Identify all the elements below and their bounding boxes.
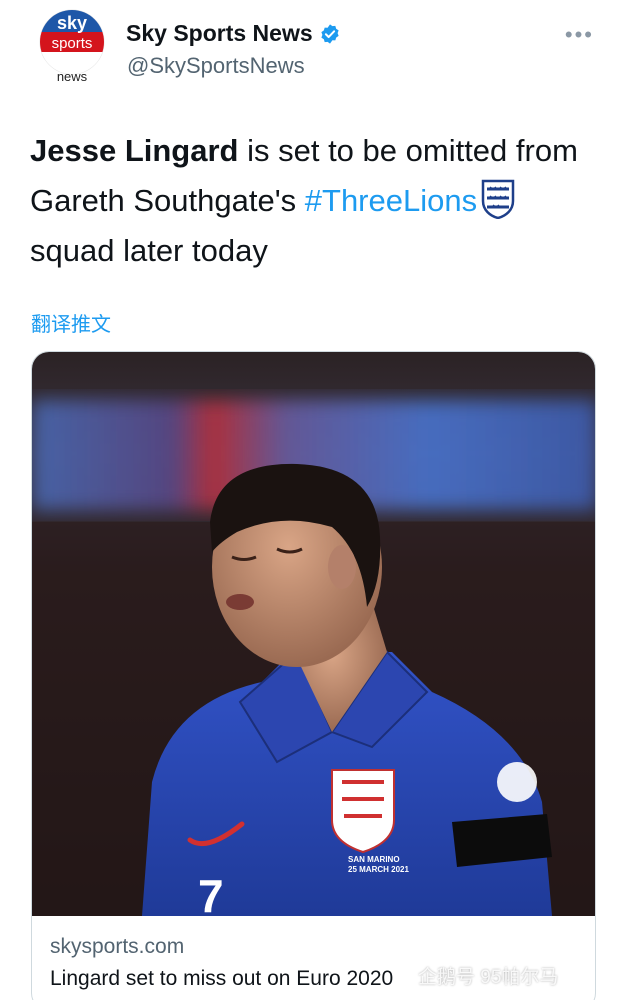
hashtag-link[interactable]: #ThreeLions <box>305 183 477 218</box>
article-photo[interactable]: SAN MARINO 25 MARCH 2021 7 <box>32 352 596 916</box>
sky-sports-news-avatar[interactable]: sky sports news <box>28 8 116 96</box>
tweet-text-part-2: squad later today <box>30 233 268 268</box>
avatar-sky-text: sky <box>57 13 87 33</box>
avatar-news-text: news <box>57 69 88 84</box>
tweet-bold-name: Jesse Lingard <box>30 133 239 168</box>
tweet-text: Jesse Lingard is set to be omitted from … <box>30 126 590 276</box>
match-detail-text-line-2: 25 MARCH 2021 <box>348 865 409 874</box>
more-options-icon[interactable]: ••• <box>565 22 594 48</box>
shirt-number: 7 <box>198 870 224 916</box>
author-display-name[interactable]: Sky Sports News <box>126 20 341 47</box>
author-name-text[interactable]: Sky Sports News <box>126 20 313 47</box>
translate-tweet-link[interactable]: 翻译推文 <box>31 308 111 337</box>
link-preview-card[interactable]: SAN MARINO 25 MARCH 2021 7 skysports.com… <box>31 351 596 1000</box>
match-detail-text-line-1: SAN MARINO <box>348 855 400 864</box>
watermark: 企鹅号 95帕尔马 <box>418 967 559 988</box>
author-handle[interactable]: @SkySportsNews <box>127 53 305 79</box>
verified-badge-icon <box>321 23 339 44</box>
england-crest-icon <box>481 179 515 219</box>
card-domain: skysports.com <box>50 935 185 958</box>
tweet-header: sky sports news Sky Sports News @SkySpor… <box>0 0 618 100</box>
avatar-sports-text: sports <box>52 35 93 52</box>
